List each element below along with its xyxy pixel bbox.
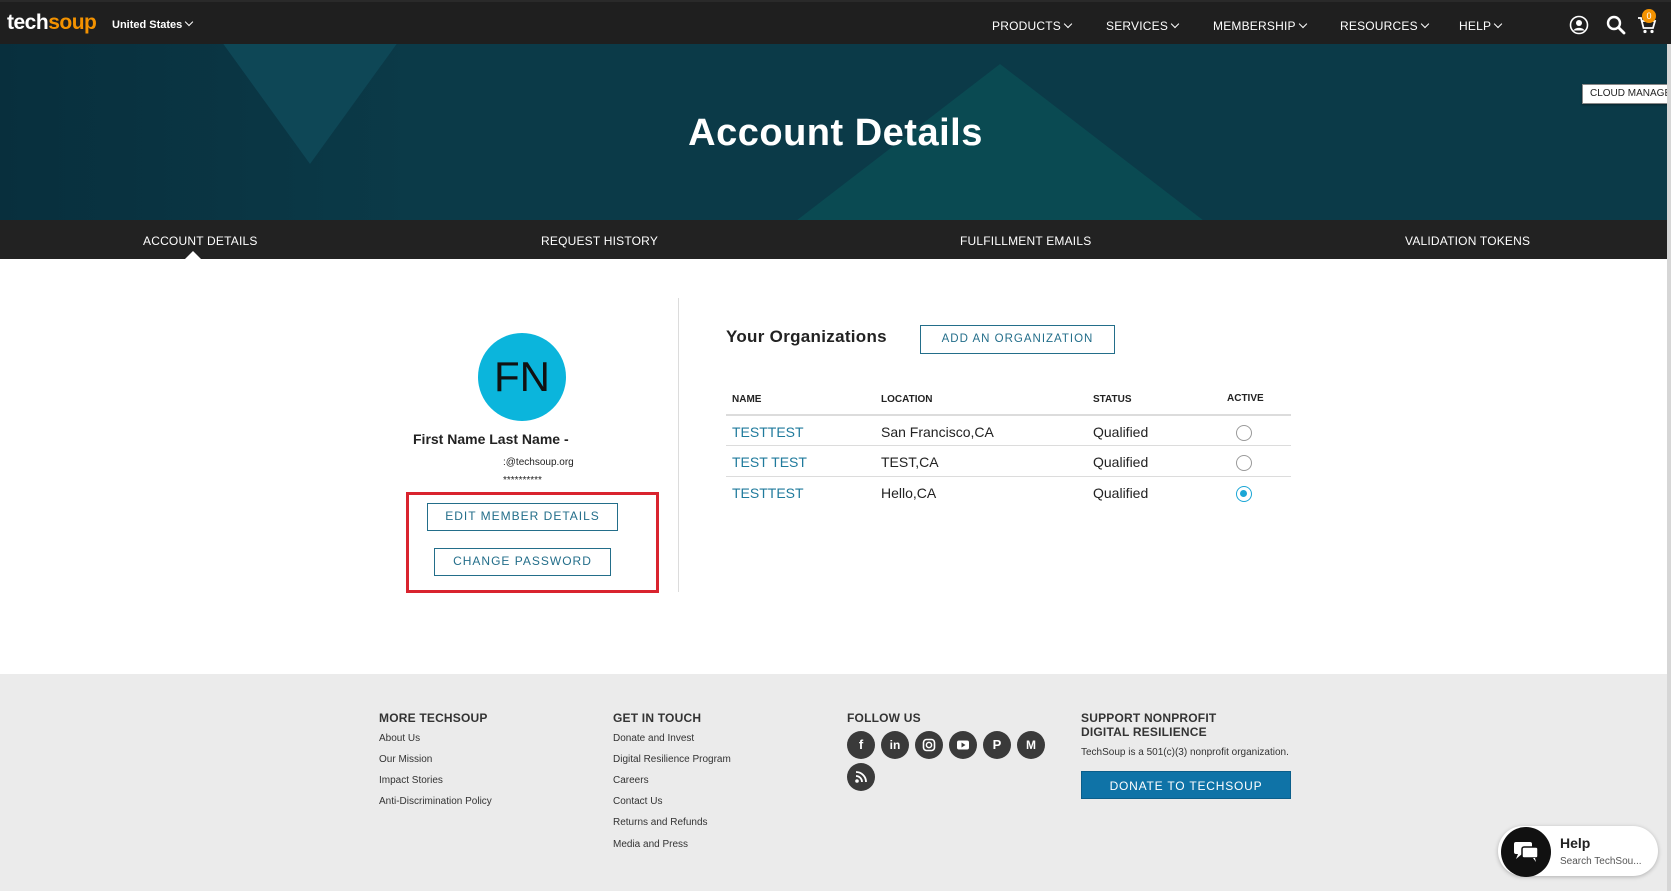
user-icon[interactable]	[1569, 15, 1589, 35]
medium-icon[interactable]: M	[1017, 731, 1045, 759]
rss-icon[interactable]	[847, 763, 875, 791]
chat-icon	[1501, 827, 1551, 877]
organization-status: Qualified	[1093, 485, 1149, 501]
footer-more-title: MORE TECHSOUP	[379, 711, 488, 725]
active-radio-selected[interactable]	[1236, 486, 1252, 502]
organization-name-link[interactable]: TESTTEST	[732, 424, 804, 440]
page-title: Account Details	[688, 112, 983, 154]
cloud-manager-button[interactable]: CLOUD MANAGER	[1582, 84, 1671, 104]
member-email: :@techsoup.org	[503, 457, 574, 468]
chevron-down-icon	[1063, 19, 1073, 29]
nav-resources-label: RESOURCES	[1340, 19, 1418, 33]
tab-validation-tokens[interactable]: VALIDATION TOKENS	[1405, 234, 1530, 248]
column-header-active: ACTIVE	[1227, 393, 1264, 404]
cart-count-badge: 0	[1642, 9, 1656, 23]
footer-link-media-press[interactable]: Media and Press	[613, 839, 688, 850]
nav-services-label: SERVICES	[1106, 19, 1169, 33]
page-scrollbar[interactable]	[1667, 44, 1671, 891]
footer	[0, 674, 1671, 891]
help-title: Help	[1560, 835, 1591, 851]
nav-resources[interactable]: RESOURCES	[1340, 19, 1430, 33]
nav-membership-label: MEMBERSHIP	[1213, 19, 1296, 33]
techsoup-logo[interactable]: techsoup	[7, 11, 97, 35]
table-row: TESTTEST San Francisco,CA Qualified	[726, 414, 1291, 445]
tab-fulfillment-emails[interactable]: FULFILLMENT EMAILS	[960, 234, 1091, 248]
nav-products-label: PRODUCTS	[992, 19, 1061, 33]
active-tab-indicator	[185, 251, 201, 259]
logo-tech-text: tech	[7, 11, 49, 34]
footer-follow-title: FOLLOW US	[847, 711, 921, 725]
country-selector[interactable]: United States	[112, 17, 194, 31]
nav-products[interactable]: PRODUCTS	[992, 19, 1073, 33]
chevron-down-icon	[185, 17, 194, 27]
avatar: FN	[478, 333, 566, 421]
organization-location: Hello,CA	[881, 485, 937, 501]
footer-support-title-line2: DIGITAL RESILIENCE	[1081, 725, 1207, 739]
organization-name-link[interactable]: TESTTEST	[732, 485, 804, 501]
footer-link-impact-stories[interactable]: Impact Stories	[379, 775, 443, 786]
hero-banner: Account Details	[0, 44, 1671, 220]
nav-services[interactable]: SERVICES	[1106, 19, 1180, 33]
logo-soup-text: soup	[48, 11, 97, 34]
chevron-down-icon	[1298, 19, 1307, 29]
footer-link-careers[interactable]: Careers	[613, 775, 649, 786]
active-radio[interactable]	[1236, 455, 1252, 471]
instagram-icon[interactable]	[915, 731, 943, 759]
tab-request-history[interactable]: REQUEST HISTORY	[541, 234, 658, 248]
help-widget[interactable]: Help Search TechSou...	[1498, 826, 1658, 877]
organization-location: San Francisco,CA	[881, 424, 994, 440]
change-password-button[interactable]: CHANGE PASSWORD	[434, 548, 611, 576]
organizations-title: Your Organizations	[726, 327, 887, 346]
top-navigation: techsoup United States PRODUCTS SERVICES…	[0, 0, 1671, 44]
member-password-mask: **********	[503, 475, 542, 486]
pinterest-icon[interactable]: P	[983, 731, 1011, 759]
country-label: United States	[112, 19, 183, 31]
tab-account-details[interactable]: ACCOUNT DETAILS	[143, 234, 258, 248]
footer-support-title-line1: SUPPORT NONPROFIT	[1081, 711, 1217, 725]
add-organization-button[interactable]: ADD AN ORGANIZATION	[920, 325, 1115, 354]
column-header-location: LOCATION	[881, 394, 933, 405]
footer-link-digital-resilience[interactable]: Digital Resilience Program	[613, 754, 731, 765]
column-header-status: STATUS	[1093, 394, 1132, 405]
facebook-icon[interactable]: f	[847, 731, 875, 759]
edit-member-details-button[interactable]: EDIT MEMBER DETAILS	[427, 503, 618, 531]
organization-name-link[interactable]: TEST TEST	[732, 454, 807, 470]
chevron-down-icon	[1170, 19, 1180, 29]
search-icon[interactable]	[1606, 15, 1626, 35]
chevron-down-icon	[1420, 19, 1430, 29]
organization-status: Qualified	[1093, 454, 1149, 470]
chevron-down-icon	[1493, 19, 1503, 29]
table-row: TESTTEST Hello,CA Qualified	[726, 476, 1291, 507]
linkedin-icon[interactable]: in	[881, 731, 909, 759]
help-subtitle: Search TechSou...	[1560, 856, 1642, 867]
nav-membership[interactable]: MEMBERSHIP	[1213, 19, 1307, 33]
active-radio[interactable]	[1236, 425, 1252, 441]
footer-link-our-mission[interactable]: Our Mission	[379, 754, 432, 765]
footer-support-text: TechSoup is a 501(c)(3) nonprofit organi…	[1081, 747, 1289, 758]
section-divider	[678, 298, 679, 592]
footer-link-returns-refunds[interactable]: Returns and Refunds	[613, 817, 708, 828]
donate-button[interactable]: DONATE TO TECHSOUP	[1081, 771, 1291, 799]
organization-location: TEST,CA	[881, 454, 939, 470]
member-name: First Name Last Name -	[413, 431, 569, 447]
footer-link-contact-us[interactable]: Contact Us	[613, 796, 662, 807]
youtube-icon[interactable]	[949, 731, 977, 759]
footer-link-donate-invest[interactable]: Donate and Invest	[613, 733, 694, 744]
footer-contact-title: GET IN TOUCH	[613, 711, 702, 725]
table-row: TEST TEST TEST,CA Qualified	[726, 445, 1291, 476]
organization-status: Qualified	[1093, 424, 1149, 440]
footer-link-about-us[interactable]: About Us	[379, 733, 420, 744]
nav-help-label: HELP	[1459, 19, 1492, 33]
account-tabs: ACCOUNT DETAILS REQUEST HISTORY FULFILLM…	[0, 220, 1671, 259]
footer-link-anti-discrimination[interactable]: Anti-Discrimination Policy	[379, 796, 492, 807]
nav-help[interactable]: HELP	[1459, 19, 1503, 33]
column-header-name: NAME	[732, 394, 762, 405]
